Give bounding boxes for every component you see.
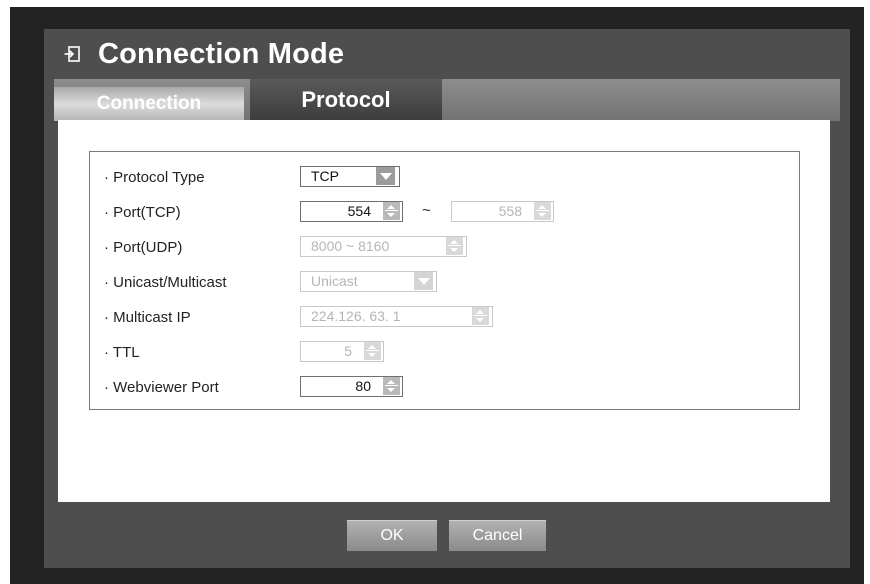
spinner-arrows-icon xyxy=(472,307,489,325)
port-range-separator: ~ xyxy=(422,202,431,219)
port-udp-label: · Port(UDP) xyxy=(104,239,183,256)
port-tcp-label: · Port(TCP) xyxy=(104,204,181,221)
ttl-value: 5 xyxy=(344,343,352,359)
multicast-ip-row: · Multicast IP 224.126. 63. 1 xyxy=(104,306,784,330)
protocol-type-dropdown[interactable]: TCP xyxy=(300,166,400,188)
multicast-ip-value: 224.126. 63. 1 xyxy=(311,308,401,324)
webviewer-port-value: 80 xyxy=(355,378,371,394)
multicast-ip-stepper: 224.126. 63. 1 xyxy=(300,306,493,328)
tab-bar: Connection Protocol xyxy=(54,79,840,121)
multicast-ip-label: · Multicast IP xyxy=(104,309,191,326)
spinner-arrows-icon[interactable] xyxy=(383,202,400,220)
port-tcp-stepper[interactable]: 554 xyxy=(300,201,403,223)
ttl-row: · TTL 5 xyxy=(104,341,784,365)
ttl-label: · TTL xyxy=(104,344,140,361)
spinner-arrows-icon[interactable] xyxy=(383,377,400,395)
exit-door-icon xyxy=(64,46,80,62)
dialog-title-bar: Connection Mode xyxy=(44,29,850,79)
port-tcp-end-value: 558 xyxy=(498,203,522,219)
tab-protocol[interactable]: Protocol xyxy=(250,79,442,121)
unicast-multicast-value: Unicast xyxy=(311,273,358,289)
tab-connection-label: Connection xyxy=(96,93,202,114)
dialog-title: Connection Mode xyxy=(98,38,345,70)
port-tcp-row: · Port(TCP) 554 ~ 558 xyxy=(104,201,784,225)
protocol-type-value: TCP xyxy=(311,168,339,184)
chevron-down-icon xyxy=(414,272,433,290)
protocol-settings-group: · Protocol Type TCP · Port(TCP) 554 ~ 55… xyxy=(89,151,800,410)
webviewer-port-row: · Webviewer Port 80 xyxy=(104,376,784,400)
protocol-type-row: · Protocol Type TCP xyxy=(104,166,784,190)
port-tcp-value: 554 xyxy=(347,203,371,219)
port-udp-row: · Port(UDP) 8000 ~ 8160 xyxy=(104,236,784,260)
unicast-multicast-label: · Unicast/Multicast xyxy=(104,274,227,291)
unicast-multicast-row: · Unicast/Multicast Unicast xyxy=(104,271,784,295)
spinner-arrows-icon xyxy=(364,342,381,360)
webviewer-port-label: · Webviewer Port xyxy=(104,379,219,396)
port-udp-value: 8000 ~ 8160 xyxy=(311,238,390,254)
chevron-down-icon[interactable] xyxy=(376,167,395,185)
webviewer-port-stepper[interactable]: 80 xyxy=(300,376,403,398)
ok-button[interactable]: OK xyxy=(347,520,437,551)
cancel-button[interactable]: Cancel xyxy=(449,520,546,551)
unicast-multicast-dropdown: Unicast xyxy=(300,271,437,293)
tab-protocol-label: Protocol xyxy=(301,87,391,112)
spinner-arrows-icon xyxy=(534,202,551,220)
port-tcp-end-stepper: 558 xyxy=(451,201,554,223)
tab-connection[interactable]: Connection xyxy=(54,87,244,121)
protocol-type-label: · Protocol Type xyxy=(104,169,205,186)
port-udp-stepper: 8000 ~ 8160 xyxy=(300,236,467,258)
ttl-stepper: 5 xyxy=(300,341,384,363)
protocol-settings-panel: · Protocol Type TCP · Port(TCP) 554 ~ 55… xyxy=(58,120,830,502)
connection-mode-dialog: Connection Mode Connection Protocol · Pr… xyxy=(44,29,850,568)
spinner-arrows-icon xyxy=(446,237,463,255)
